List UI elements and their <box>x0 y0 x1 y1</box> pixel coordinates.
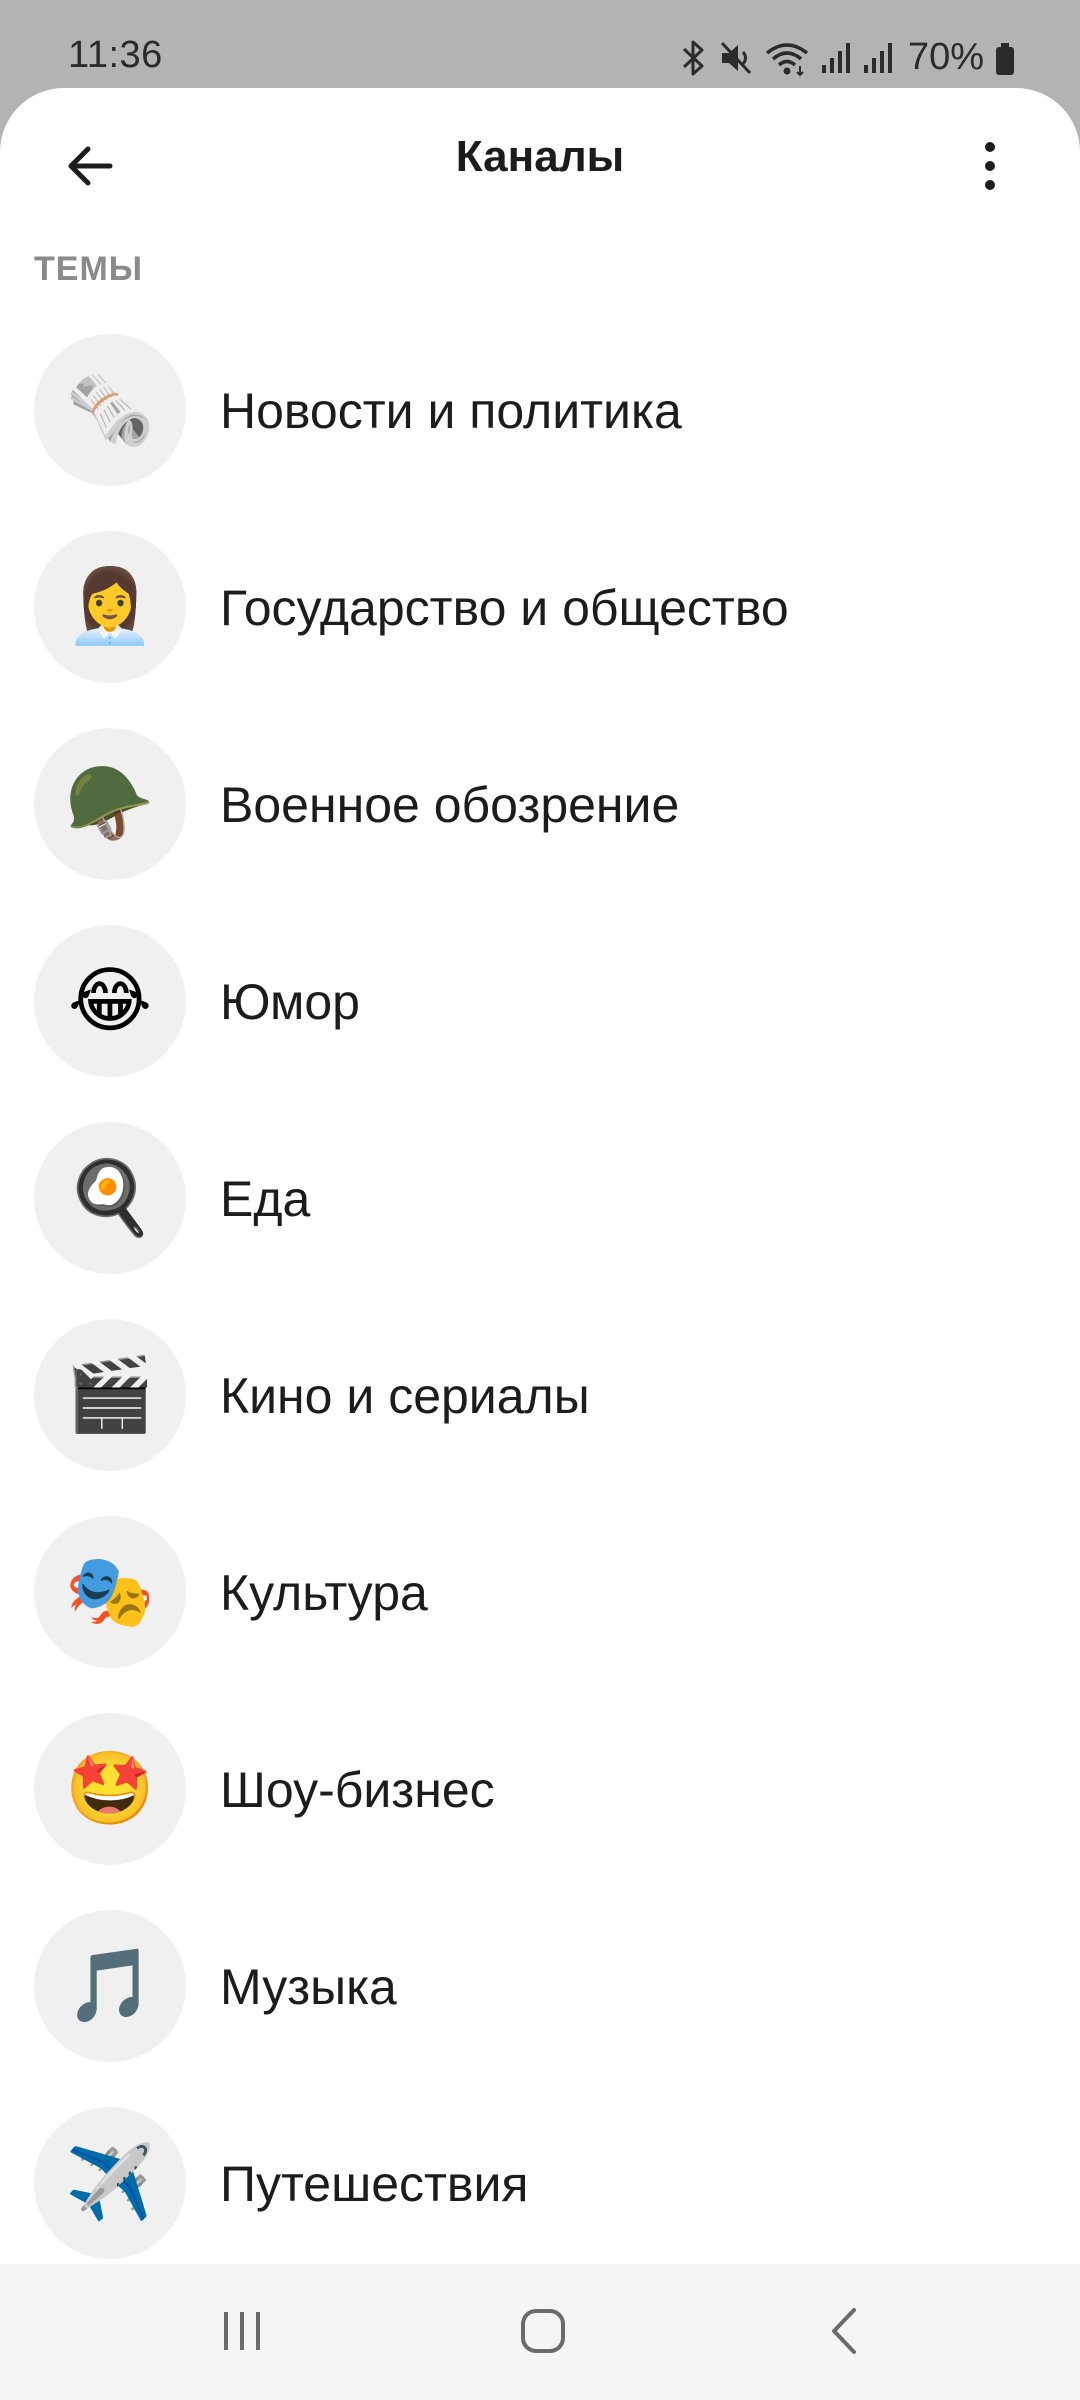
topic-item-state-society[interactable]: 👩‍💼 Государство и общество <box>0 531 1080 728</box>
battery-icon <box>994 39 1016 77</box>
topic-label: Юмор <box>220 974 360 1030</box>
topic-label: Путешествия <box>220 2156 529 2212</box>
signal-icon <box>862 39 894 77</box>
military-helmet-icon: 🪖 <box>34 728 186 880</box>
frying-pan-icon: 🍳 <box>34 1122 186 1274</box>
star-struck-icon: 🤩 <box>34 1713 186 1865</box>
topic-label: Культура <box>220 1565 428 1621</box>
status-bar: 11:36 70% <box>0 0 1080 90</box>
battery-percent: 70% <box>907 36 984 78</box>
topic-label: Государство и общество <box>220 580 789 636</box>
clapper-board-icon: 🎬 <box>34 1319 186 1471</box>
topic-item-humor[interactable]: 😂 Юмор <box>0 925 1080 1122</box>
topic-label: Еда <box>220 1171 311 1227</box>
topic-item-military[interactable]: 🪖 Военное обозрение <box>0 728 1080 925</box>
chevron-left-icon <box>820 2306 870 2361</box>
topic-label: Военное обозрение <box>220 777 680 833</box>
topic-item-travel[interactable]: ✈️ Путешествия <box>0 2107 1080 2264</box>
home-icon <box>518 2306 568 2361</box>
newspaper-icon: 🗞️ <box>34 334 186 486</box>
app-header: Каналы <box>0 88 1080 234</box>
topic-item-culture[interactable]: 🎭 Культура <box>0 1516 1080 1713</box>
topic-list: 🗞️ Новости и политика 👩‍💼 Государство и … <box>0 334 1080 2264</box>
topic-item-news[interactable]: 🗞️ Новости и политика <box>0 334 1080 531</box>
topic-label: Музыка <box>220 1959 397 2015</box>
theater-masks-icon: 🎭 <box>34 1516 186 1668</box>
more-vertical-icon <box>980 138 1000 199</box>
airplane-icon: ✈️ <box>34 2107 186 2259</box>
back-nav-button[interactable] <box>800 2298 890 2368</box>
page-title: Каналы <box>455 132 625 181</box>
topic-label: Кино и сериалы <box>220 1368 590 1424</box>
status-time: 11:36 <box>68 34 163 76</box>
channels-sheet: Каналы ТЕМЫ 🗞️ Новости и политика 👩‍💼 Го… <box>0 88 1080 2264</box>
signal-icon <box>820 39 852 77</box>
mute-icon <box>718 39 754 77</box>
laughing-face-icon: 😂 <box>34 925 186 1077</box>
recent-apps-button[interactable] <box>197 2298 287 2368</box>
bluetooth-icon <box>680 39 708 77</box>
recent-apps-icon <box>217 2306 267 2361</box>
topic-item-movies[interactable]: 🎬 Кино и сериалы <box>0 1319 1080 1516</box>
status-icons: 70% <box>680 36 1016 79</box>
music-note-icon: 🎵 <box>34 1910 186 2062</box>
system-nav-bar <box>0 2264 1080 2400</box>
topic-item-food[interactable]: 🍳 Еда <box>0 1122 1080 1319</box>
wifi-icon <box>764 39 810 77</box>
section-title: ТЕМЫ <box>34 250 144 288</box>
office-worker-icon: 👩‍💼 <box>34 531 186 683</box>
home-button[interactable] <box>498 2298 588 2368</box>
topic-item-music[interactable]: 🎵 Музыка <box>0 1910 1080 2107</box>
topic-item-showbiz[interactable]: 🤩 Шоу-бизнес <box>0 1713 1080 1910</box>
topic-label: Шоу-бизнес <box>220 1762 495 1818</box>
topic-label: Новости и политика <box>220 383 682 439</box>
more-options-button[interactable] <box>950 128 1030 208</box>
